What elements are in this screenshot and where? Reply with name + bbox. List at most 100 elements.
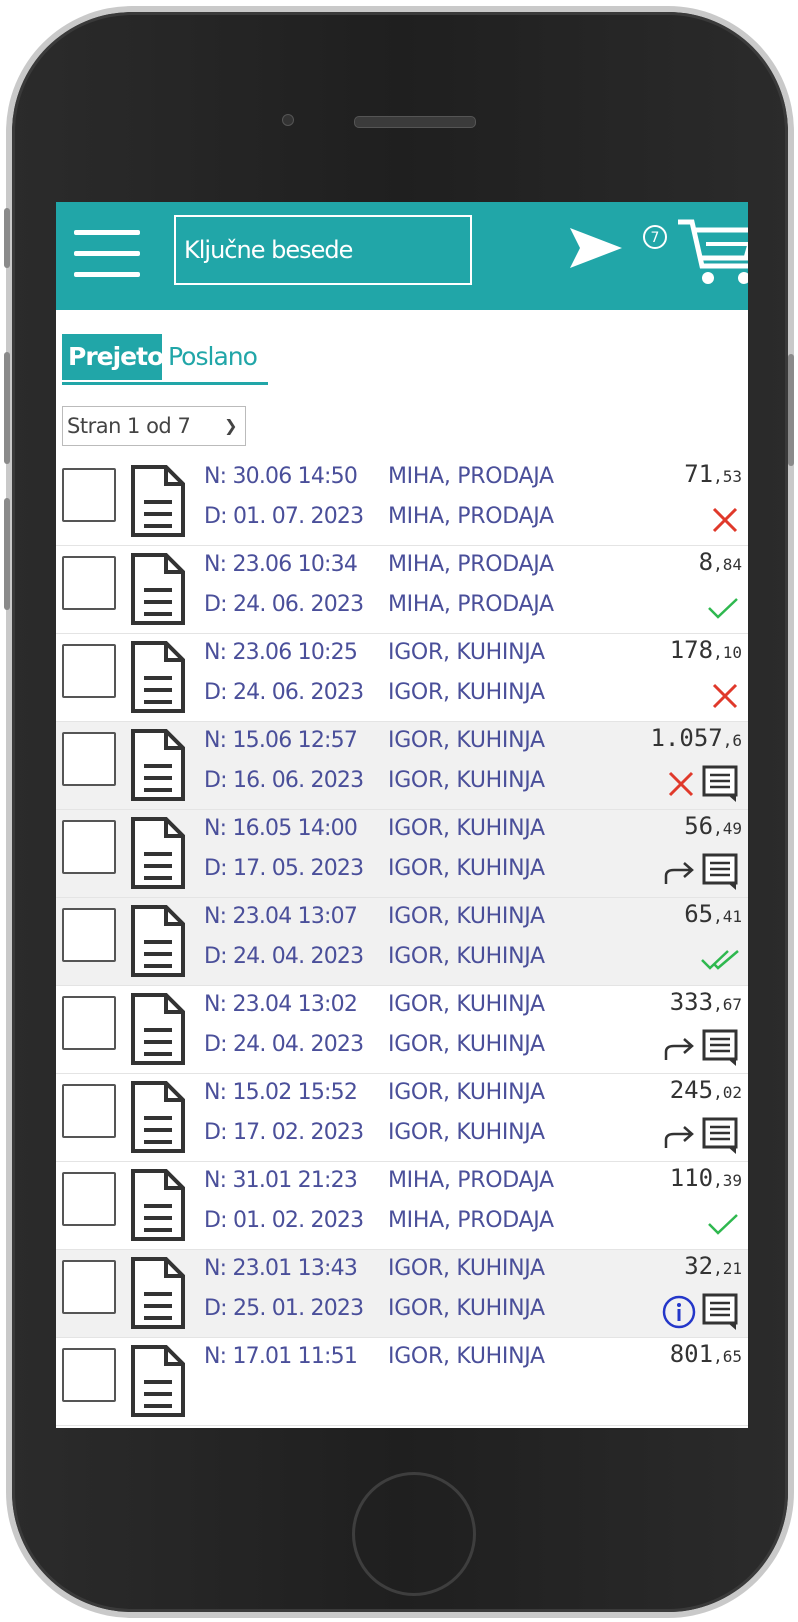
delivery-date: D: 24. 04. 2023 [204, 1032, 364, 1057]
order-status [662, 1028, 740, 1068]
order-status [710, 500, 740, 540]
order-amount: 71,53 [684, 460, 742, 488]
row-checkbox[interactable] [62, 1260, 116, 1314]
table-row[interactable]: N: 16.05 14:00 D: 17. 05. 2023 IGOR, KUH… [56, 810, 748, 898]
row-checkbox[interactable] [62, 820, 116, 874]
tab-sent[interactable]: Poslano [164, 334, 258, 380]
volume-switch [4, 208, 10, 268]
tab-received[interactable]: Prejeto [62, 334, 164, 380]
comment-icon[interactable] [702, 1293, 740, 1331]
row-checkbox[interactable] [62, 908, 116, 962]
table-row[interactable]: N: 30.06 14:50 D: 01. 07. 2023 MIHA, PRO… [56, 458, 748, 546]
table-row[interactable]: N: 23.06 10:25 D: 24. 06. 2023 IGOR, KUH… [56, 634, 748, 722]
amount-integer: 110 [669, 1164, 714, 1192]
customer-name: IGOR, KUHINJA [388, 1256, 545, 1281]
search-input[interactable] [174, 215, 472, 285]
order-time: N: 30.06 14:50 [204, 464, 358, 489]
top-bar: 7 [56, 202, 748, 310]
amount-integer: 178 [669, 636, 714, 664]
amount-decimal: ,39 [713, 1171, 742, 1190]
document-icon[interactable] [130, 640, 186, 714]
amount-decimal: ,41 [713, 907, 742, 926]
cart-icon[interactable] [676, 212, 748, 292]
order-status [662, 852, 740, 892]
order-amount: 178,10 [670, 636, 742, 664]
table-row[interactable]: N: 23.06 10:34 D: 24. 06. 2023 MIHA, PRO… [56, 546, 748, 634]
comment-icon[interactable] [702, 1029, 740, 1067]
row-checkbox[interactable] [62, 468, 116, 522]
amount-decimal: ,21 [713, 1259, 742, 1278]
order-amount: 32,21 [684, 1252, 742, 1280]
document-icon[interactable] [130, 904, 186, 978]
table-row[interactable]: N: 23.04 13:07 D: 24. 04. 2023 IGOR, KUH… [56, 898, 748, 986]
table-row[interactable]: N: 15.02 15:52 D: 17. 02. 2023 IGOR, KUH… [56, 1074, 748, 1162]
comment-icon[interactable] [702, 1117, 740, 1155]
comment-icon[interactable] [702, 853, 740, 891]
document-icon[interactable] [130, 464, 186, 538]
table-row[interactable]: N: 15.06 12:57 D: 16. 06. 2023 IGOR, KUH… [56, 722, 748, 810]
amount-integer: 801 [669, 1340, 714, 1368]
page-select-label: Stran 1 od 7 [67, 414, 191, 438]
table-row[interactable]: N: 17.01 11:51 IGOR, KUHINJA 801,65 [56, 1338, 748, 1426]
customer-name-secondary: MIHA, PRODAJA [388, 504, 554, 529]
power-button [788, 354, 794, 466]
page-select[interactable]: Stran 1 od 7 ❯ [62, 406, 246, 446]
svg-text:7: 7 [651, 230, 660, 246]
table-row[interactable]: N: 31.01 21:23 D: 01. 02. 2023 MIHA, PRO… [56, 1162, 748, 1250]
order-amount: 56,49 [684, 812, 742, 840]
amount-decimal: ,49 [713, 819, 742, 838]
row-checkbox[interactable] [62, 644, 116, 698]
forward-arrow-icon [664, 1038, 694, 1060]
amount-integer: 8 [698, 548, 714, 576]
order-amount: 1.057,6 [650, 724, 742, 752]
delivery-date: D: 24. 06. 2023 [204, 680, 364, 705]
amount-integer: 245 [669, 1076, 714, 1104]
customer-name: IGOR, KUHINJA [388, 1080, 545, 1105]
document-icon[interactable] [130, 992, 186, 1066]
delivery-date: D: 25. 01. 2023 [204, 1296, 364, 1321]
app-screen: 7 Prejeto Poslano Stran 1 od 7 ❯ N: 30.0… [56, 202, 748, 1428]
document-icon[interactable] [130, 1080, 186, 1154]
forward-arrow-icon [664, 862, 694, 884]
comment-icon[interactable] [702, 765, 740, 803]
row-checkbox[interactable] [62, 732, 116, 786]
row-checkbox[interactable] [62, 1084, 116, 1138]
table-row[interactable]: N: 23.04 13:02 D: 24. 04. 2023 IGOR, KUH… [56, 986, 748, 1074]
row-checkbox[interactable] [62, 1348, 116, 1402]
send-icon[interactable] [568, 226, 624, 270]
row-checkbox[interactable] [62, 996, 116, 1050]
hamburger-menu-icon[interactable] [74, 230, 140, 278]
customer-name-secondary: MIHA, PRODAJA [388, 592, 554, 617]
rejected-x-icon [668, 771, 694, 797]
document-icon[interactable] [130, 1344, 186, 1418]
order-status [662, 1116, 740, 1156]
document-icon[interactable] [130, 728, 186, 802]
order-amount: 801,65 [670, 1340, 742, 1368]
document-icon[interactable] [130, 1168, 186, 1242]
customer-name-secondary: IGOR, KUHINJA [388, 1296, 545, 1321]
amount-decimal: ,6 [722, 731, 742, 750]
customer-name: IGOR, KUHINJA [388, 904, 545, 929]
document-icon[interactable] [130, 1256, 186, 1330]
order-time: N: 15.02 15:52 [204, 1080, 358, 1105]
home-button[interactable] [352, 1472, 476, 1596]
delivery-date: D: 17. 02. 2023 [204, 1120, 364, 1145]
speaker-grille [354, 116, 476, 128]
order-status [706, 588, 740, 628]
document-icon[interactable] [130, 552, 186, 626]
order-time: N: 15.06 12:57 [204, 728, 358, 753]
amount-decimal: ,10 [713, 643, 742, 662]
amount-integer: 1.057 [650, 724, 723, 752]
volume-up-button [4, 352, 10, 464]
rejected-x-icon [712, 507, 738, 533]
customer-name-secondary: IGOR, KUHINJA [388, 856, 545, 881]
table-row[interactable]: N: 23.01 13:43 D: 25. 01. 2023 IGOR, KUH… [56, 1250, 748, 1338]
double-check-icon [701, 950, 739, 970]
order-amount: 8,84 [699, 548, 742, 576]
amount-decimal: ,02 [713, 1083, 742, 1102]
document-icon[interactable] [130, 816, 186, 890]
row-checkbox[interactable] [62, 556, 116, 610]
order-amount: 245,02 [670, 1076, 742, 1104]
row-checkbox[interactable] [62, 1172, 116, 1226]
customer-name: IGOR, KUHINJA [388, 816, 545, 841]
